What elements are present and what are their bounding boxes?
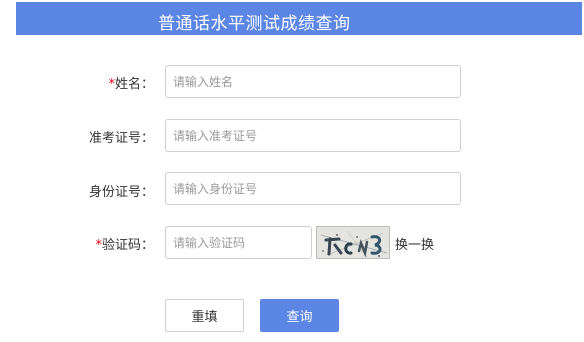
query-button[interactable]: 查询: [260, 299, 339, 332]
name-label: *姓名：: [108, 77, 154, 92]
page-title: 普通话水平测试成绩查询: [158, 14, 351, 34]
id-number-label: 身份证号：: [88, 185, 154, 200]
score-query-page: 普通话水平测试成绩查询 *姓名： 准考证号： 身份证号： *验证码：: [0, 0, 584, 342]
exam-number-label: 准考证号：: [88, 131, 154, 146]
id-number-input[interactable]: [165, 172, 461, 205]
name-input[interactable]: [165, 65, 461, 98]
reset-button[interactable]: 重填: [165, 299, 244, 332]
exam-number-input[interactable]: [165, 119, 461, 152]
refresh-captcha-link[interactable]: 换一换: [395, 234, 434, 253]
captcha-noise-graphic: [317, 227, 389, 258]
captcha-input[interactable]: [165, 226, 312, 259]
header-bar: 普通话水平测试成绩查询: [16, 2, 582, 35]
captcha-image[interactable]: [316, 226, 390, 259]
captcha-label: *验证码：: [95, 238, 154, 253]
